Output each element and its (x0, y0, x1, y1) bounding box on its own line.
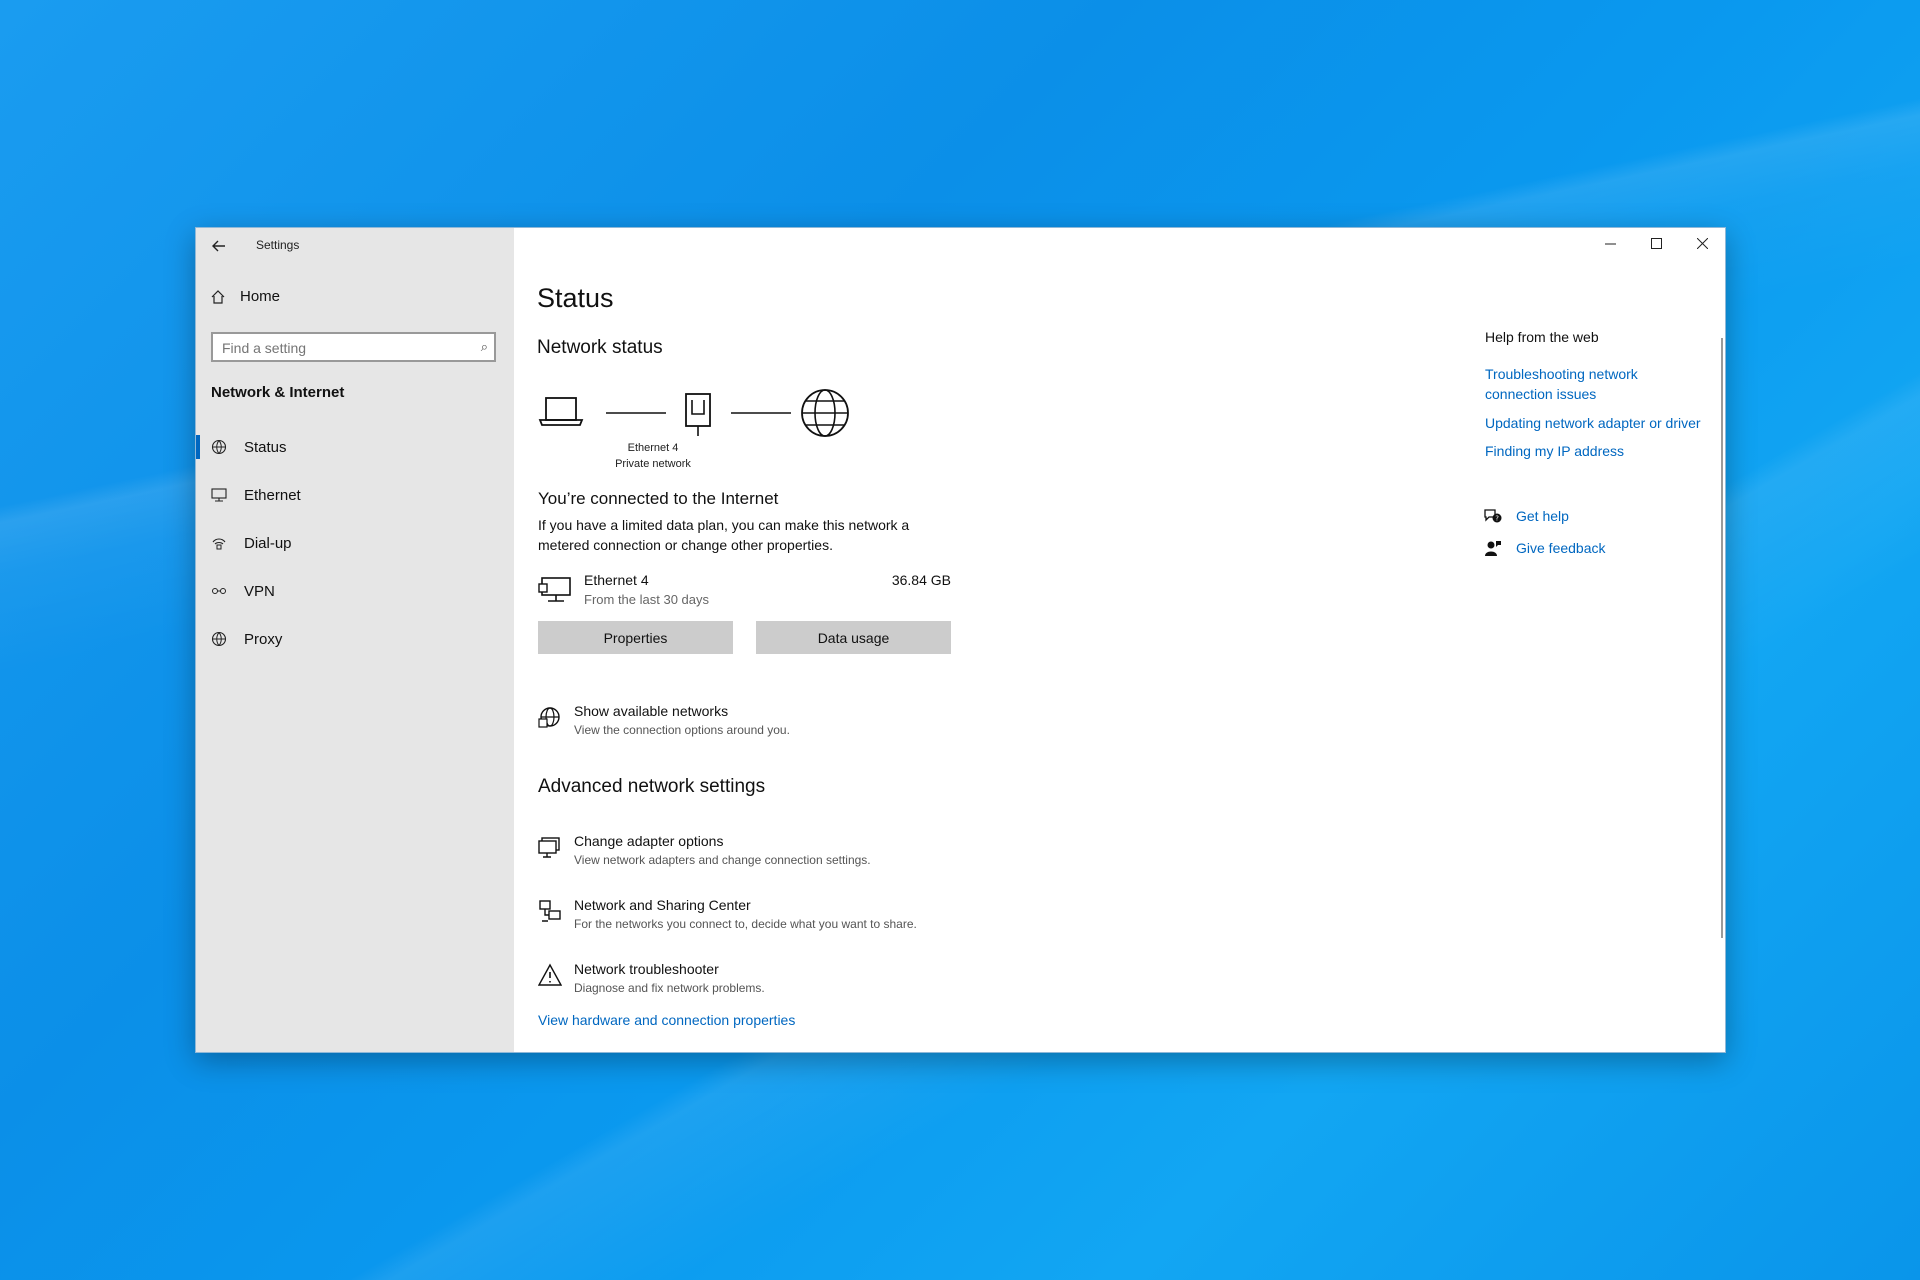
minimize-button[interactable] (1587, 228, 1633, 258)
hardware-properties-link[interactable]: View hardware and connection properties (538, 1012, 795, 1028)
ethernet-connection-icon (538, 577, 571, 602)
connection-status: You’re connected to the Internet (538, 489, 779, 508)
settings-window: Settings Home ⌕ Network & Internet Statu… (195, 227, 1726, 1053)
connection-description: If you have a limited data plan, you can… (538, 517, 910, 553)
sidebar-item-vpn[interactable]: VPN (196, 567, 514, 615)
app-title: Settings (256, 238, 300, 252)
proxy-icon (210, 630, 228, 648)
sharing-center-icon (539, 900, 561, 922)
search-input[interactable] (213, 334, 464, 362)
back-button[interactable] (206, 236, 232, 260)
properties-button[interactable]: Properties (538, 621, 733, 654)
window-controls (1587, 228, 1725, 258)
show-networks-row[interactable]: Show available networks View the connect… (538, 703, 1098, 747)
connection-usage: 36.84 GB (891, 572, 951, 588)
adapter-options-icon (538, 837, 560, 858)
show-networks-title: Show available networks (574, 703, 729, 719)
home-icon (211, 289, 225, 304)
close-button[interactable] (1679, 228, 1725, 258)
page-title: Status (537, 283, 614, 313)
adapter-name: Ethernet 4 (627, 442, 679, 454)
close-icon (1696, 237, 1708, 249)
troubleshooter-sub: Diagnose and fix network problems. (574, 981, 765, 995)
dialup-icon (210, 534, 228, 552)
sidebar-item-proxy[interactable]: Proxy (196, 615, 514, 663)
sidebar-item-label: Dial-up (244, 534, 292, 552)
back-arrow-icon (212, 240, 225, 252)
sidebar-item-label: VPN (244, 582, 275, 600)
advanced-heading: Advanced network settings (538, 776, 766, 797)
help-heading: Help from the web (1485, 329, 1599, 345)
network-status-heading: Network status (537, 337, 663, 358)
troubleshooter-row[interactable]: Network troubleshooter Diagnose and fix … (538, 961, 1098, 1005)
diagram-label: Ethernet 4 Private network (598, 440, 708, 472)
available-networks-icon (538, 707, 560, 728)
change-adapter-row[interactable]: Change adapter options View network adap… (538, 833, 1098, 877)
minimize-icon (1604, 243, 1616, 244)
network-type: Private network (615, 458, 691, 470)
show-networks-sub: View the connection options around you. (574, 723, 790, 737)
laptop-icon (538, 397, 584, 426)
home-label: Home (240, 288, 281, 305)
ethernet-adapter-icon (685, 393, 711, 436)
get-help-link[interactable]: ? Get help (1484, 508, 1569, 524)
change-adapter-sub: View network adapters and change connect… (574, 853, 871, 867)
sidebar-item-label: Ethernet (244, 486, 301, 504)
give-feedback-label: Give feedback (1516, 540, 1606, 556)
connection-name: Ethernet 4 (584, 572, 649, 588)
status-icon (210, 438, 228, 456)
search-box[interactable]: ⌕ (211, 332, 496, 362)
sidebar-item-label: Proxy (244, 630, 283, 648)
scrollbar[interactable] (1721, 338, 1723, 938)
home-link[interactable]: Home (210, 288, 280, 305)
feedback-icon (1485, 541, 1501, 556)
help-link-adapter-driver[interactable]: Updating network adapter or driver (1485, 413, 1725, 433)
change-adapter-title: Change adapter options (574, 833, 724, 849)
sidebar-item-label: Status (244, 438, 287, 456)
sidebar-item-dialup[interactable]: Dial-up (196, 519, 514, 567)
ethernet-icon (210, 486, 228, 504)
main-content: Status Network status Ethernet 4 Private (514, 228, 1725, 1052)
sharing-center-row[interactable]: Network and Sharing Center For the netwo… (538, 897, 1098, 941)
data-usage-button[interactable]: Data usage (756, 621, 951, 654)
warning-icon (538, 963, 562, 986)
connection-row: Ethernet 4 From the last 30 days 36.84 G… (538, 572, 951, 614)
section-title: Network & Internet (211, 384, 345, 401)
maximize-icon (1650, 237, 1662, 249)
vpn-icon (210, 582, 228, 600)
help-link-ip-address[interactable]: Finding my IP address (1485, 441, 1725, 461)
sharing-center-title: Network and Sharing Center (574, 897, 751, 913)
maximize-button[interactable] (1633, 228, 1679, 258)
connection-period: From the last 30 days (584, 592, 709, 607)
internet-globe-icon (801, 389, 849, 437)
give-feedback-link[interactable]: Give feedback (1484, 540, 1606, 556)
help-link-troubleshooting[interactable]: Troubleshooting network connection issue… (1485, 364, 1675, 404)
sharing-center-sub: For the networks you connect to, decide … (574, 917, 917, 931)
nav-list: Status Ethernet Dial-up VPN Proxy (196, 423, 514, 663)
sidebar-item-status[interactable]: Status (196, 423, 514, 471)
get-help-label: Get help (1516, 508, 1569, 524)
svg-text:?: ? (1495, 515, 1499, 523)
troubleshooter-title: Network troubleshooter (574, 961, 719, 977)
sidebar: Settings Home ⌕ Network & Internet Statu… (196, 228, 514, 1052)
get-help-icon: ? (1484, 509, 1502, 523)
search-icon[interactable]: ⌕ (481, 339, 488, 355)
sidebar-item-ethernet[interactable]: Ethernet (196, 471, 514, 519)
